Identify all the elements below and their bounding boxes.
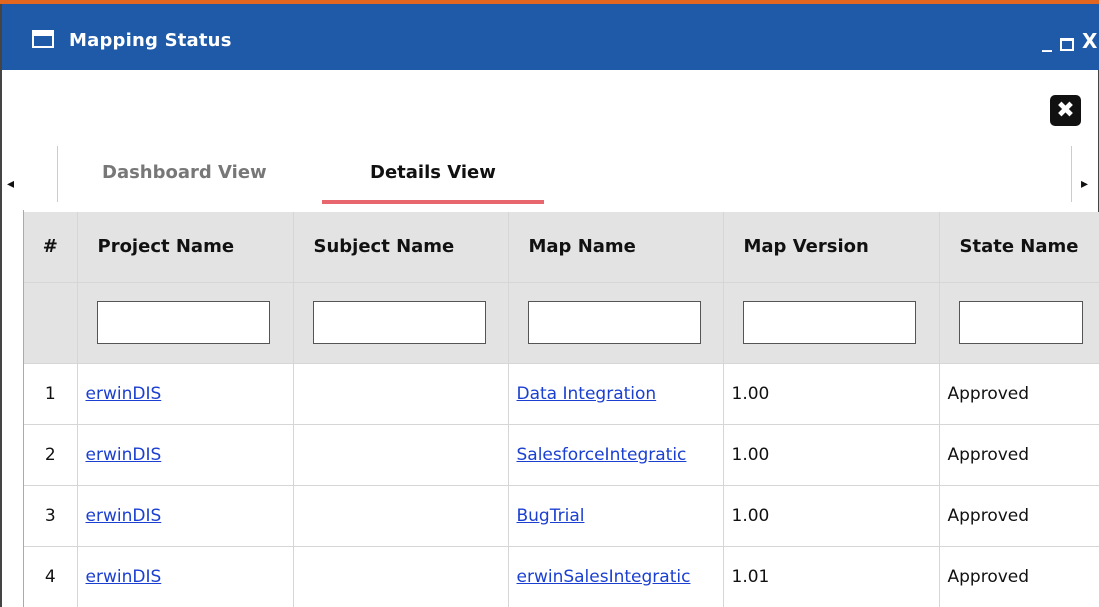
project-name-link[interactable]: erwinDIS (86, 384, 162, 404)
map-name-link[interactable]: Data Integration (517, 384, 657, 404)
filter-state-name-input[interactable] (958, 301, 1083, 344)
filter-cell (508, 282, 724, 364)
table-row[interactable]: 4 erwinDIS erwinSalesIntegratic 1.01 App… (24, 546, 1099, 607)
grid-filter-row (24, 282, 1099, 364)
state-name-cell: Approved (939, 485, 1099, 547)
tab-dashboard-view[interactable]: Dashboard View (102, 162, 267, 183)
state-name-cell: Approved (939, 546, 1099, 607)
column-header-state-name[interactable]: State Name (939, 212, 1099, 283)
minimize-button[interactable]: _ (1042, 30, 1052, 50)
subject-name-cell (293, 424, 509, 486)
project-name-cell: erwinDIS (77, 546, 294, 607)
project-name-cell: erwinDIS (77, 424, 294, 486)
column-header-project-name[interactable]: Project Name (77, 212, 294, 283)
filter-project-name-input[interactable] (96, 301, 270, 344)
map-version-cell: 1.00 (723, 485, 940, 547)
map-name-cell: BugTrial (508, 485, 724, 547)
subject-name-cell (293, 485, 509, 547)
tab-scroll-right-icon[interactable]: ▸ (1081, 176, 1088, 192)
subject-name-cell (293, 363, 509, 425)
grid-header-row: # Project Name Subject Name Map Name Map… (24, 212, 1099, 283)
row-number: 2 (24, 424, 78, 486)
state-name-cell: Approved (939, 424, 1099, 486)
tab-scroll-left-icon[interactable]: ◂ (7, 176, 14, 192)
window-titlebar[interactable]: Mapping Status _ X (2, 4, 1099, 70)
column-header-number[interactable]: # (24, 212, 78, 283)
table-row[interactable]: 2 erwinDIS SalesforceIntegratic 1.00 App… (24, 424, 1099, 486)
project-name-cell: erwinDIS (77, 485, 294, 547)
map-name-cell: SalesforceIntegratic (508, 424, 724, 486)
filter-cell (723, 282, 940, 364)
window-border-left (0, 4, 2, 607)
tab-divider (57, 146, 58, 202)
window-icon (32, 30, 54, 48)
table-row[interactable]: 1 erwinDIS Data Integration 1.00 Approve… (24, 363, 1099, 425)
filter-subject-name-input[interactable] (312, 301, 486, 344)
state-name-cell: Approved (939, 363, 1099, 425)
mapping-status-grid: # Project Name Subject Name Map Name Map… (24, 212, 1099, 607)
maximize-button[interactable] (1060, 38, 1074, 51)
row-number: 4 (24, 546, 78, 607)
column-header-subject-name[interactable]: Subject Name (293, 212, 509, 283)
project-name-link[interactable]: erwinDIS (86, 567, 162, 587)
map-version-cell: 1.00 (723, 363, 940, 425)
row-number: 1 (24, 363, 78, 425)
column-header-map-name[interactable]: Map Name (508, 212, 724, 283)
filter-cell-empty (24, 282, 78, 364)
tab-divider (1071, 146, 1072, 202)
map-name-cell: Data Integration (508, 363, 724, 425)
tab-details-view[interactable]: Details View (370, 162, 496, 183)
map-name-cell: erwinSalesIntegratic (508, 546, 724, 607)
table-row[interactable]: 3 erwinDIS BugTrial 1.00 Approved (24, 485, 1099, 547)
map-version-cell: 1.00 (723, 424, 940, 486)
filter-cell (77, 282, 294, 364)
project-name-cell: erwinDIS (77, 363, 294, 425)
column-header-map-version[interactable]: Map Version (723, 212, 940, 283)
filter-cell (939, 282, 1099, 364)
filter-map-name-input[interactable] (527, 301, 701, 344)
map-name-link[interactable]: SalesforceIntegratic (517, 445, 687, 465)
filter-map-version-input[interactable] (742, 301, 916, 344)
map-name-link[interactable]: erwinSalesIntegratic (517, 567, 691, 587)
project-name-link[interactable]: erwinDIS (86, 506, 162, 526)
window-title: Mapping Status (69, 30, 232, 51)
active-tab-indicator (322, 200, 544, 204)
panel-close-button[interactable]: ✖ (1050, 95, 1081, 126)
window-close-button[interactable]: X (1082, 31, 1097, 51)
row-number: 3 (24, 485, 78, 547)
project-name-link[interactable]: erwinDIS (86, 445, 162, 465)
map-version-cell: 1.01 (723, 546, 940, 607)
filter-cell (293, 282, 509, 364)
subject-name-cell (293, 546, 509, 607)
map-name-link[interactable]: BugTrial (517, 506, 585, 526)
